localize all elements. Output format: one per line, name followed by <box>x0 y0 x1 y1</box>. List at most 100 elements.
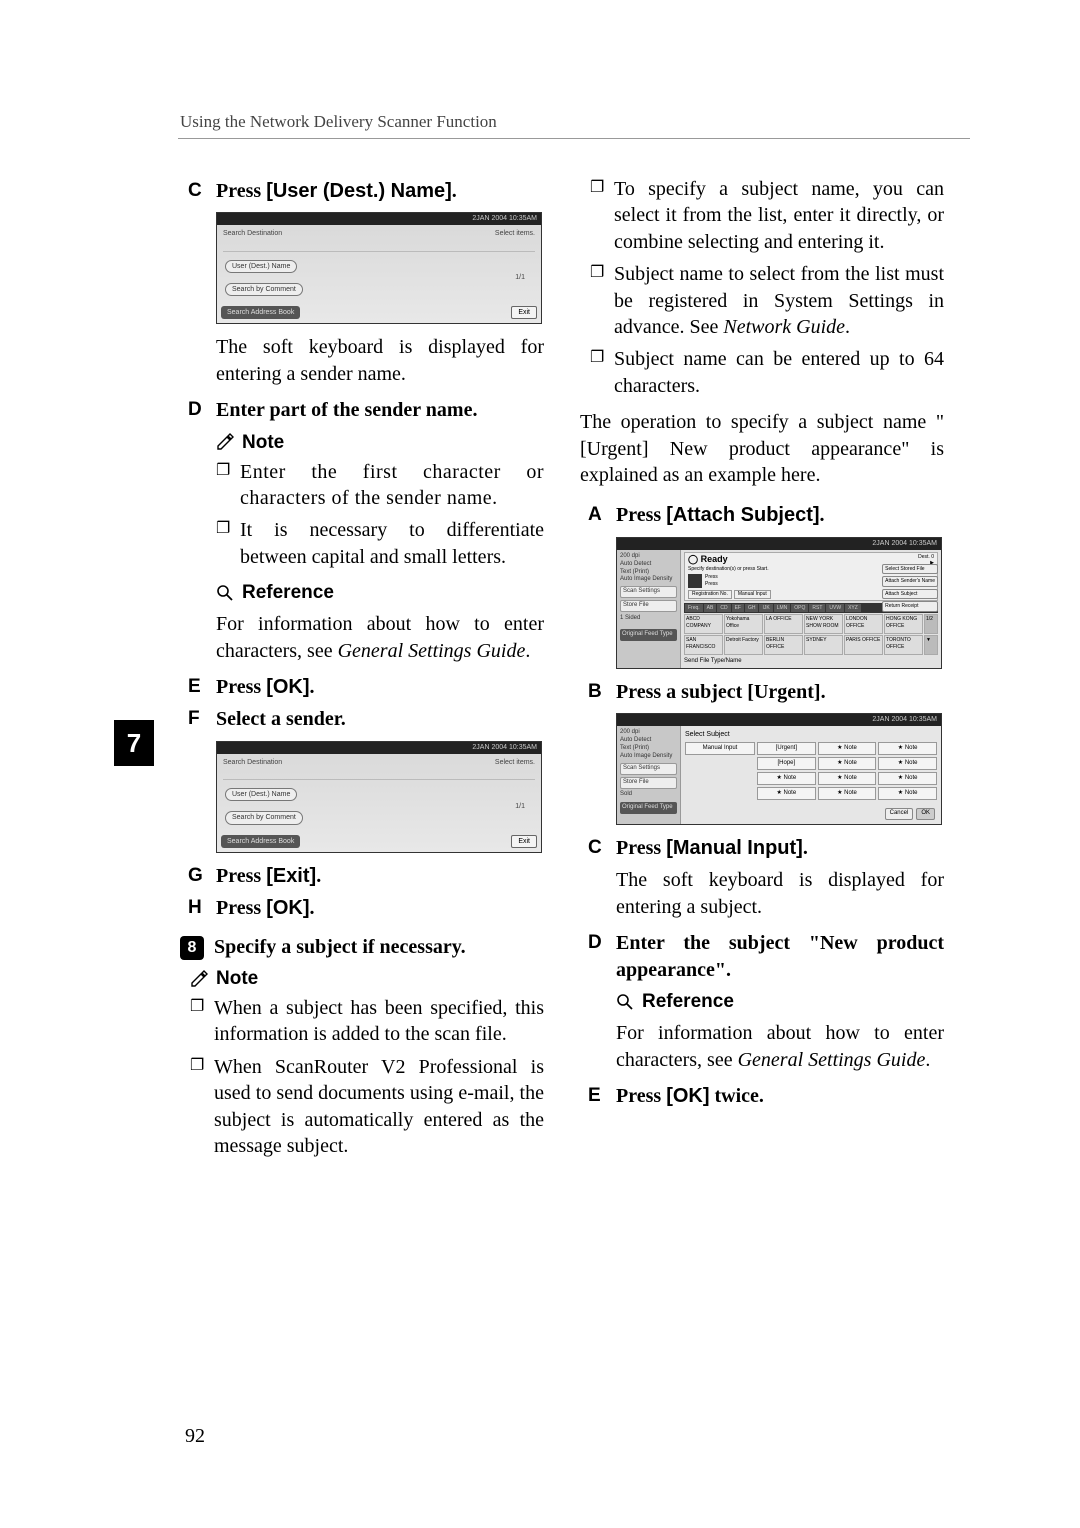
step-letter: B <box>588 679 606 705</box>
step-text-after: . <box>820 504 825 526</box>
step-c-right: C Press [Manual Input]. <box>588 835 944 861</box>
list-item: To specify a subject name, you can selec… <box>590 176 944 255</box>
step-text-after: . <box>310 676 315 698</box>
note-heading: Note <box>190 966 544 991</box>
step-text-after: twice. <box>710 1085 764 1107</box>
ss-scan-settings-button[interactable]: Scan Settings <box>620 763 677 775</box>
list-item: Subject name to select from the list mus… <box>590 261 944 340</box>
ss-destination-grid[interactable]: ABCD COMPANYYokohama OfficeLA OFFICENEW … <box>684 614 938 655</box>
magnifier-icon <box>616 993 634 1011</box>
step-g: G Press [Exit]. <box>188 863 544 889</box>
reference-text: For information about how to enter chara… <box>616 1020 944 1073</box>
key-ok: [OK] <box>266 897 309 919</box>
note-heading: Note <box>216 430 544 455</box>
ss-user-dest-name-button[interactable]: User (Dest.) Name <box>225 260 297 273</box>
key-ok: [OK] <box>266 676 309 698</box>
ss-side-item: 1 Sided <box>620 615 677 623</box>
ss-manual-input[interactable]: Manual Input <box>734 590 771 599</box>
step-letter: A <box>588 502 606 528</box>
reference-label: Reference <box>642 989 734 1014</box>
step-e: E Press [OK]. <box>188 674 544 700</box>
ss-subject-cell[interactable]: ★ Note <box>818 757 877 770</box>
ss-exit-button[interactable]: Exit <box>511 306 537 319</box>
reference-heading: Reference <box>216 580 544 605</box>
step-text: Select a sender. <box>216 706 544 732</box>
step-text-after: . <box>310 897 315 919</box>
ss-title: Search Destination <box>223 758 282 767</box>
ss-original-feed-type[interactable]: Original Feed Type <box>620 629 677 641</box>
ss-page-indicator: 1/1 <box>515 273 525 282</box>
ss-store-file-button[interactable]: Store File <box>620 600 677 612</box>
ss-return-receipt[interactable]: Return Receipt <box>882 601 938 612</box>
ss-ready-sub: Specify destination(s) or press Start. <box>688 566 771 573</box>
pencil-icon <box>216 433 234 451</box>
key-user-dest-name: [User (Dest.) Name] <box>266 180 452 202</box>
key-ok: [OK] <box>666 1085 709 1107</box>
ss-page-indicator: 1/1 <box>515 802 525 811</box>
step-text: Press <box>616 1085 666 1107</box>
step-e-right: E Press [OK] twice. <box>588 1083 944 1109</box>
screenshot-ready: 2JAN 2004 10:35AM 200 dpi Auto Detect Te… <box>616 537 942 669</box>
step-text: Press <box>216 897 266 919</box>
step-text: Press a subject [Urgent]. <box>616 679 944 705</box>
ss-topbar: 2JAN 2004 10:35AM <box>217 742 541 754</box>
magnifier-icon <box>216 584 234 602</box>
ss-subject-cell[interactable]: ★ Note <box>757 772 816 785</box>
ss-subject-cell[interactable]: ★ Note <box>878 787 937 800</box>
ss-attach-senders-name[interactable]: Attach Sender's Name <box>882 576 938 587</box>
ss-subject-cell[interactable]: ★ Note <box>878 772 937 785</box>
step-letter: E <box>188 674 206 700</box>
list-item: Subject name can be entered up to 64 cha… <box>590 346 944 399</box>
ss-search-by-comment-button[interactable]: Search by Comment <box>225 283 303 296</box>
step-text: Press <box>216 676 266 698</box>
ss-reg-no[interactable]: Registration No. <box>688 590 732 599</box>
step-text-after: . <box>803 837 808 859</box>
step-a-right: A Press [Attach Subject]. <box>588 502 944 528</box>
ss-subject-cell[interactable]: ★ Note <box>818 742 877 755</box>
ss-search-by-comment-button[interactable]: Search by Comment <box>225 811 303 824</box>
ss-send-file[interactable]: Send File Type/Name <box>684 658 742 666</box>
ss-side-item: 200 dpi <box>620 553 677 561</box>
ss-side-item: Auto Image Density <box>620 576 677 584</box>
ss-cancel-button[interactable]: Cancel <box>885 808 914 820</box>
ss-title: Search Destination <box>223 229 282 238</box>
ss-scan-settings-button[interactable]: Scan Settings <box>620 586 677 598</box>
ss-subject-urgent[interactable]: [Urgent] <box>757 742 816 755</box>
body-text: The soft keyboard is displayed for enter… <box>616 867 944 920</box>
body-text: The soft keyboard is displayed for enter… <box>216 334 544 387</box>
key-exit: [Exit] <box>266 865 316 887</box>
major-step-8: 8 Specify a subject if necessary. <box>180 934 544 960</box>
left-column: C Press [User (Dest.) Name]. 2JAN 2004 1… <box>180 174 544 1169</box>
ss-search-address-book[interactable]: Search Address Book <box>221 306 300 319</box>
step-text: Press <box>616 837 666 859</box>
ss-exit-button[interactable]: Exit <box>511 835 537 848</box>
ss-ok-button[interactable]: OK <box>916 808 935 820</box>
step-letter: D <box>188 397 206 423</box>
reference-label: Reference <box>242 580 334 605</box>
step-letter: C <box>188 178 206 204</box>
step-letter: D <box>588 930 606 983</box>
ss-user-dest-name-button[interactable]: User (Dest.) Name <box>225 788 297 801</box>
ss-side-item: Text (Print) <box>620 569 677 577</box>
ss-search-address-book[interactable]: Search Address Book <box>221 835 300 848</box>
step-text: Specify a subject if necessary. <box>214 934 544 960</box>
ss-store-file-button[interactable]: Store File <box>620 777 677 789</box>
note-list: When a subject has been specified, this … <box>190 995 544 1159</box>
ss-subject-hope[interactable]: [Hope] <box>757 757 816 770</box>
ss-subject-cell[interactable]: ★ Note <box>818 787 877 800</box>
step-letter: G <box>188 863 206 889</box>
ss-subject-cell[interactable]: ★ Note <box>878 757 937 770</box>
step-d-right: D Enter the subject "New product appeara… <box>588 930 944 983</box>
ss-subject-cell[interactable]: ★ Note <box>757 787 816 800</box>
step-badge-8: 8 <box>180 936 204 960</box>
list-item: When a subject has been specified, this … <box>190 995 544 1048</box>
step-text: Press <box>216 865 266 887</box>
ss-manual-input-button[interactable]: Manual Input <box>685 742 755 755</box>
list-item: It is necessary to differentiate between… <box>216 517 544 570</box>
ss-original-feed-type[interactable]: Original Feed Type <box>620 802 677 814</box>
reference-heading: Reference <box>616 989 944 1014</box>
ss-select-stored-file[interactable]: Select Stored File <box>882 564 938 575</box>
ss-attach-subject[interactable]: Attach Subject <box>882 589 938 600</box>
ss-subject-cell[interactable]: ★ Note <box>878 742 937 755</box>
ss-subject-cell[interactable]: ★ Note <box>818 772 877 785</box>
